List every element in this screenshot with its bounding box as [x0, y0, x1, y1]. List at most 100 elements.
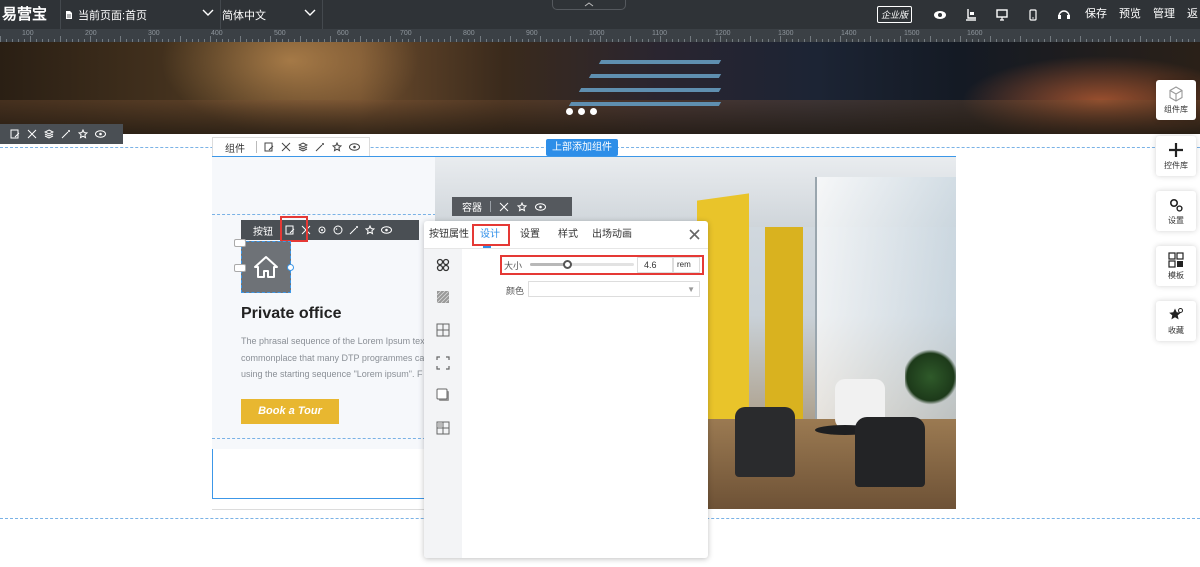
slider-dot[interactable]	[566, 108, 573, 115]
star-icon[interactable]	[517, 201, 527, 212]
tools-icon[interactable]	[499, 202, 509, 212]
collapse-toolbar-tab[interactable]	[552, 0, 626, 10]
padding-icon[interactable]	[436, 356, 450, 370]
add-component-above-button[interactable]: 上部添加组件	[546, 139, 618, 156]
edit-icon[interactable]	[10, 129, 20, 139]
tab-style[interactable]: 样式	[558, 221, 578, 249]
save-button[interactable]: 保存	[1079, 0, 1113, 29]
tab-entrance-animation[interactable]: 出场动画	[592, 221, 632, 249]
star-icon[interactable]	[365, 225, 375, 235]
banner-slider[interactable]	[0, 42, 1200, 134]
ruler-label: 1600	[967, 30, 983, 37]
slider-dot[interactable]	[590, 108, 597, 115]
toolbar-divider	[220, 0, 221, 29]
import-icon	[965, 8, 976, 21]
back-button[interactable]: 返	[1181, 0, 1200, 29]
chevron-up-icon	[584, 2, 594, 7]
chevron-down-icon	[304, 8, 316, 18]
dock-label: 模板	[1168, 271, 1184, 280]
ruler-label: 900	[526, 30, 538, 37]
gear-icon[interactable]	[317, 225, 327, 235]
design-tab-highlight	[472, 224, 510, 246]
plus-icon	[1169, 143, 1183, 157]
banner-tool-strip	[0, 124, 123, 144]
current-page-label: 当前页面:首页	[78, 9, 148, 22]
magic-wand-icon[interactable]	[315, 142, 325, 152]
eye-icon[interactable]	[535, 202, 546, 211]
color-label: 颜色	[506, 286, 525, 296]
dock-label: 设置	[1168, 216, 1184, 225]
language-select[interactable]: 简体中文	[222, 0, 320, 29]
banner-image-bench	[598, 60, 722, 64]
home-icon	[254, 256, 278, 278]
book-tour-button[interactable]: Book a Tour	[241, 399, 339, 424]
horizontal-ruler: 100 200 300 400 500 600 700 800 900 1000 1100 1200 1…	[0, 29, 1200, 42]
grid-icon[interactable]	[436, 421, 450, 435]
container-toolbar: 容器	[452, 197, 572, 216]
layout-icon[interactable]	[436, 258, 450, 272]
texture-icon[interactable]	[436, 290, 450, 304]
support-button[interactable]	[1048, 0, 1079, 29]
page-icon	[64, 10, 74, 20]
dock-favorites[interactable]: 收藏	[1156, 301, 1196, 341]
tools-icon[interactable]	[27, 129, 37, 139]
shadow-icon[interactable]	[436, 388, 450, 402]
mobile-view-button[interactable]	[1017, 0, 1048, 29]
component-toolbar-label: 组件	[225, 143, 245, 155]
toolbar-divider	[322, 0, 323, 29]
edit-icon[interactable]	[264, 142, 274, 152]
card-body: The phrasal sequence of the Lorem Ipsum …	[241, 333, 425, 383]
star-icon[interactable]	[78, 129, 88, 139]
palette-icon[interactable]	[333, 225, 343, 235]
ruler-label: 1500	[904, 30, 920, 37]
tools-icon[interactable]	[281, 142, 291, 152]
color-select[interactable]: ▼	[528, 281, 700, 297]
dock-label: 控件库	[1164, 161, 1188, 170]
eye-icon[interactable]	[381, 226, 392, 234]
magic-wand-icon[interactable]	[349, 225, 359, 235]
top-toolbar: 易营宝 当前页面:首页 简体中文 企业版 保存 预览 管理 返	[0, 0, 1200, 29]
guide-line	[212, 214, 436, 215]
manage-button[interactable]: 管理	[1147, 0, 1181, 29]
resize-handle[interactable]	[287, 264, 294, 271]
tab-button-properties[interactable]: 按钮属性	[429, 221, 469, 249]
current-page-select[interactable]: 当前页面:首页	[64, 0, 218, 29]
home-button-component[interactable]	[241, 241, 291, 293]
dock-component-library[interactable]: 组件库	[1156, 80, 1196, 120]
preview-button[interactable]: 预览	[1113, 0, 1147, 29]
card-title: Private office	[241, 305, 342, 322]
ruler-label: 600	[337, 30, 349, 37]
layers-icon[interactable]	[298, 142, 308, 152]
border-icon[interactable]	[436, 323, 450, 337]
eye-icon[interactable]	[349, 143, 360, 151]
language-label: 简体中文	[222, 9, 266, 22]
banner-image-bench	[588, 74, 722, 78]
import-button[interactable]	[955, 0, 986, 29]
component-toolbar: 组件	[212, 137, 370, 157]
star-icon[interactable]	[332, 142, 342, 152]
desktop-view-button[interactable]	[986, 0, 1017, 29]
photo-yellow-wall	[765, 227, 803, 427]
toolbar-divider	[256, 141, 257, 153]
dock-settings[interactable]: 设置	[1156, 191, 1196, 231]
resize-tag[interactable]	[234, 239, 246, 247]
ruler-label: 500	[274, 30, 286, 37]
template-icon	[1168, 252, 1184, 268]
layers-icon[interactable]	[44, 129, 54, 139]
banner-image-bench	[568, 102, 722, 106]
eye-icon[interactable]	[95, 130, 106, 138]
magic-wand-icon[interactable]	[61, 129, 71, 139]
close-icon[interactable]	[688, 228, 701, 241]
guide-line	[212, 438, 436, 439]
resize-tag[interactable]	[234, 264, 246, 272]
dock-templates[interactable]: 模板	[1156, 246, 1196, 286]
tab-settings[interactable]: 设置	[520, 221, 540, 249]
guide-line	[212, 509, 436, 510]
photo-plant	[905, 347, 956, 407]
dock-label: 组件库	[1164, 105, 1188, 114]
preview-eye-button[interactable]	[924, 0, 955, 29]
container-toolbar-label: 容器	[462, 203, 482, 214]
dock-control-library[interactable]: 控件库	[1156, 136, 1196, 176]
slider-pagination	[566, 108, 597, 115]
slider-dot[interactable]	[578, 108, 585, 115]
